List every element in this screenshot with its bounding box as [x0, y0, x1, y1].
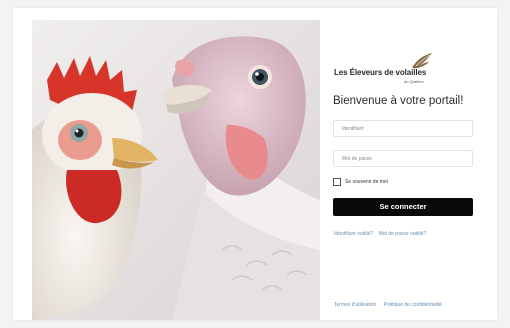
- recovery-links: Identifiant oublié? Mot de passe oublié?: [334, 231, 426, 237]
- remember-me-checkbox[interactable]: [333, 178, 341, 186]
- terms-link[interactable]: Termes d'utilisation: [334, 302, 376, 308]
- hero-photo-chicken-turkey: [32, 20, 320, 320]
- privacy-link[interactable]: Politique de confidentialité: [384, 302, 442, 308]
- remember-me-label: Se souvenir de moi: [345, 179, 388, 185]
- welcome-title: Bienvenue à votre portail!: [333, 95, 464, 107]
- password-input[interactable]: [333, 150, 473, 167]
- login-card: Les Éleveurs de volailles du Québec Bien…: [13, 8, 497, 320]
- forgot-password-link[interactable]: Mot de passe oublié?: [379, 231, 427, 237]
- login-button[interactable]: Se connecter: [333, 198, 473, 216]
- username-input[interactable]: [333, 120, 473, 137]
- login-panel: Les Éleveurs de volailles du Québec Bien…: [331, 8, 497, 320]
- brand-region: du Québec: [404, 79, 424, 84]
- brand-name: Les Éleveurs de volailles: [334, 68, 427, 77]
- footer-links: Termes d'utilisation Politique de confid…: [334, 302, 442, 308]
- brand-logo: Les Éleveurs de volailles du Québec: [334, 52, 474, 88]
- forgot-username-link[interactable]: Identifiant oublié?: [334, 231, 373, 237]
